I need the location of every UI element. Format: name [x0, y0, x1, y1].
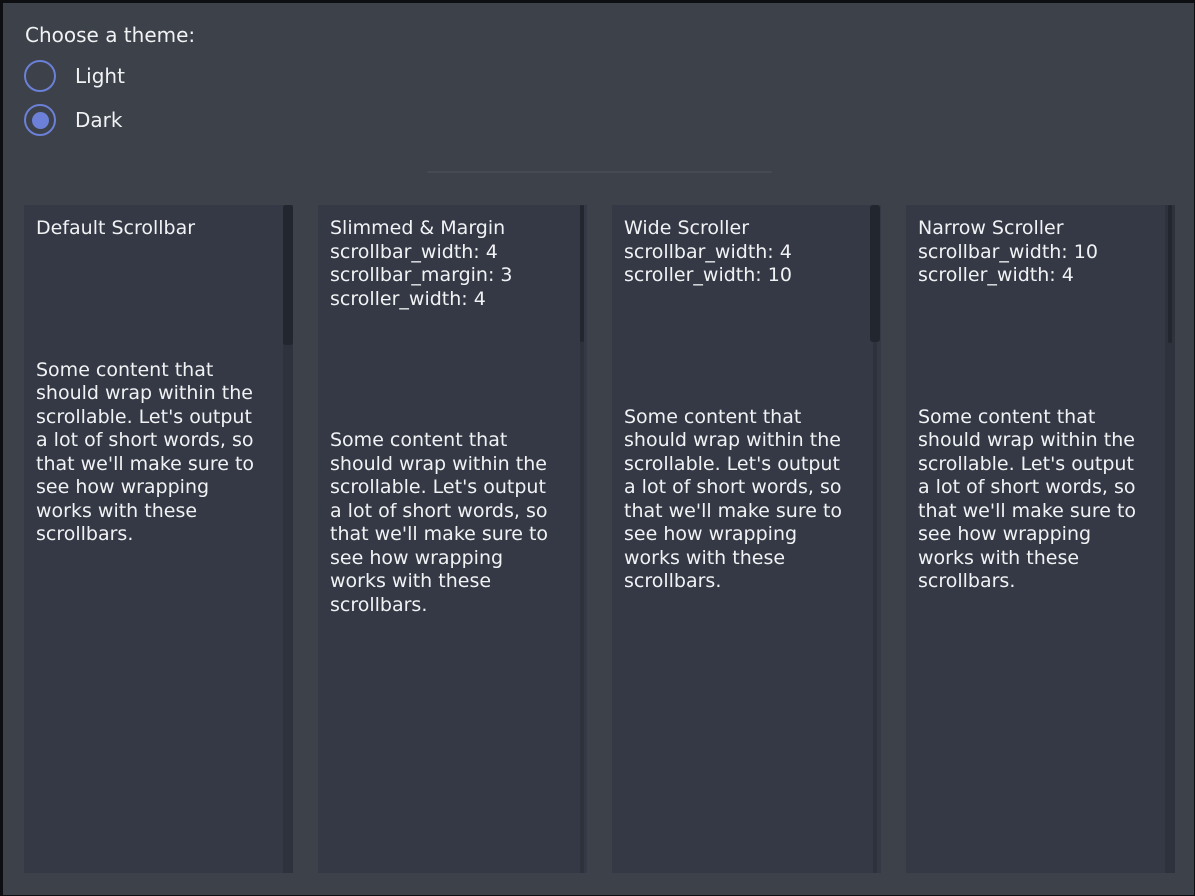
- panel-title: Default Scrollbar: [36, 217, 281, 241]
- scrollbar-thumb[interactable]: [870, 205, 880, 342]
- panel-title: Wide Scroller: [624, 217, 869, 241]
- radio-option-light[interactable]: Light: [24, 60, 125, 92]
- radio-option-dark[interactable]: Dark: [24, 104, 122, 136]
- panel-title: Narrow Scroller: [918, 217, 1163, 241]
- panel-body-text: Some content that should wrap within the…: [612, 406, 881, 594]
- radio-light-label: Light: [75, 64, 125, 88]
- panel-default-scrollbar[interactable]: Default Scrollbar Some content that shou…: [24, 205, 293, 873]
- panel-config-line: scrollbar_width: 10: [918, 241, 1163, 265]
- panel-config-line: scrollbar_margin: 3: [330, 264, 575, 288]
- scrollbar-thumb[interactable]: [1168, 205, 1172, 343]
- panel-config-line: scrollbar_width: 4: [330, 241, 575, 265]
- panel-config-line: scroller_width: 4: [330, 288, 575, 312]
- radio-light-icon[interactable]: [24, 60, 56, 92]
- panel-narrow-scroller[interactable]: Narrow Scroller scrollbar_width: 10 scro…: [906, 205, 1175, 873]
- scrollbar-demo-row: Default Scrollbar Some content that shou…: [24, 205, 1175, 873]
- divider: [427, 171, 772, 173]
- panel-header: Slimmed & Margin scrollbar_width: 4 scro…: [318, 205, 587, 311]
- panel-wide-scroller[interactable]: Wide Scroller scrollbar_width: 4 scrolle…: [612, 205, 881, 873]
- radio-dark-icon[interactable]: [24, 104, 56, 136]
- panel-body-text: Some content that should wrap within the…: [24, 359, 293, 547]
- panel-title: Slimmed & Margin: [330, 217, 575, 241]
- panel-slimmed-margin[interactable]: Slimmed & Margin scrollbar_width: 4 scro…: [318, 205, 587, 873]
- panel-body-text: Some content that should wrap within the…: [318, 429, 587, 617]
- panel-header: Wide Scroller scrollbar_width: 4 scrolle…: [612, 205, 881, 288]
- panel-config-line: scrollbar_width: 4: [624, 241, 869, 265]
- panel-config-line: scroller_width: 4: [918, 264, 1163, 288]
- panel-config-line: scroller_width: 10: [624, 264, 869, 288]
- radio-dark-label: Dark: [75, 108, 122, 132]
- app-window: Choose a theme: Light Dark Default Scrol…: [0, 0, 1195, 896]
- theme-chooser-label: Choose a theme:: [25, 23, 195, 48]
- panel-header: Default Scrollbar: [24, 205, 293, 241]
- scrollbar-thumb[interactable]: [580, 205, 584, 342]
- panel-body-text: Some content that should wrap within the…: [906, 406, 1175, 594]
- panel-header: Narrow Scroller scrollbar_width: 10 scro…: [906, 205, 1175, 288]
- scrollbar-thumb[interactable]: [283, 205, 293, 345]
